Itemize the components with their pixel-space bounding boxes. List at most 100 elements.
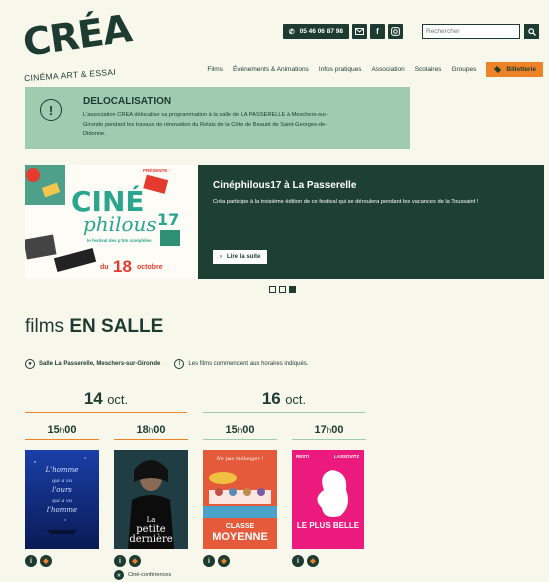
carousel-dot-2[interactable] xyxy=(279,286,286,293)
carousel-dots xyxy=(269,286,299,293)
slide-text: Créa participe à la troisième édition de… xyxy=(213,199,479,205)
event-tag: ★ Ciné-conférences xyxy=(114,570,171,580)
minute-value: 00 xyxy=(64,424,77,436)
poster-text: Ne pas mélanger ! xyxy=(216,455,264,462)
section-title-light: films xyxy=(25,316,65,337)
day-number: 14 xyxy=(83,389,103,408)
star-icon: ★ xyxy=(114,570,124,580)
ticket-icon[interactable]: ◆ xyxy=(40,555,52,567)
nav-groupes[interactable]: Groupes xyxy=(451,66,476,73)
search-button[interactable] xyxy=(524,24,539,39)
site-logo[interactable]: CRÉA CINÉMA ART & ESSAI xyxy=(20,6,134,83)
main-nav: Films Événements & Animations Infos prat… xyxy=(207,62,543,77)
poster-tagline: le festival des p'tits cinéphiles xyxy=(87,238,152,243)
poster-date-prefix: du xyxy=(100,264,109,271)
nav-films[interactable]: Films xyxy=(207,66,223,73)
poster-text: RESTI xyxy=(296,454,309,459)
instagram-button[interactable] xyxy=(388,24,403,39)
cinephilous-poster: PRÉSENTE : CINÉ philous 17 le festival d… xyxy=(25,165,198,279)
phone-button[interactable]: ✆ 05 46 06 87 98 xyxy=(282,24,349,39)
info-icon[interactable]: i xyxy=(114,555,126,567)
logo-subtitle: CINÉMA ART & ESSAI xyxy=(23,66,117,84)
poster-text: qui a vu xyxy=(52,478,72,484)
film-poster-4[interactable]: RESTI LASSOVITZ LE PLUS BELLE xyxy=(292,450,364,549)
poster-brand-bottom: philous xyxy=(83,212,157,236)
info-icon[interactable]: i xyxy=(203,555,215,567)
film-poster-1[interactable]: L'homme qui a vu l'ours qui a vu l'homme xyxy=(25,450,99,549)
poster-text: LE PLUS BELLE xyxy=(297,521,360,530)
hour-value: 18 xyxy=(136,424,149,436)
location-info: ● Salle La Passerelle, Meschers-sur-Giro… xyxy=(25,359,160,369)
location-text: Salle La Passerelle, Meschers-sur-Girond… xyxy=(39,361,161,367)
slide-image[interactable]: PRÉSENTE : CINÉ philous 17 le festival d… xyxy=(25,165,198,279)
section-title-bold: EN SALLE xyxy=(69,316,164,337)
logo-title: CRÉA xyxy=(20,6,134,65)
event-tag-label: Ciné-conférences xyxy=(128,572,172,578)
screening-hour-4[interactable]: 17h00 xyxy=(292,424,366,436)
top-bar: ✆ 05 46 06 87 98 f xyxy=(282,24,539,39)
read-more-label: Lire la suite xyxy=(227,254,261,260)
ticket-icon[interactable]: ◆ xyxy=(129,555,141,567)
info-icon[interactable]: i xyxy=(292,555,304,567)
hour-value: 17 xyxy=(314,424,327,436)
poster-text: La xyxy=(147,516,156,524)
day-header-2: 16 oct. xyxy=(203,389,365,409)
film-poster-3[interactable]: Ne pas mélanger ! CLASSE MOYENNE xyxy=(203,450,277,549)
ticket-icon[interactable]: ◆ xyxy=(218,555,230,567)
poster-brand-num: 17 xyxy=(157,210,179,229)
day-divider-1 xyxy=(25,412,187,413)
search-icon xyxy=(527,27,536,36)
hour-value: 15 xyxy=(225,424,238,436)
chevron-right-icon: › xyxy=(220,254,222,260)
day-divider-2 xyxy=(203,412,365,413)
phone-number: 05 46 06 87 98 xyxy=(299,28,343,35)
poster-text: l'ours xyxy=(52,486,72,494)
film-poster-2[interactable]: La petite dernière xyxy=(114,450,188,549)
ticket-icon xyxy=(494,66,502,73)
hour-divider-3 xyxy=(203,439,277,440)
screening-hour-1[interactable]: 15h00 xyxy=(25,424,99,436)
screening-hour-3[interactable]: 15h00 xyxy=(203,424,277,436)
carousel-dot-1[interactable] xyxy=(269,286,276,293)
screening-hour-2[interactable]: 18h00 xyxy=(114,424,188,436)
info-icon[interactable]: i xyxy=(25,555,37,567)
day-number: 16 xyxy=(261,389,281,408)
facebook-icon: f xyxy=(376,27,379,36)
location-pin-icon: ● xyxy=(25,359,35,369)
carousel-dot-3[interactable] xyxy=(289,286,296,293)
hour-divider-4 xyxy=(292,439,366,440)
schedule-note-text: Les films commencent aux horaires indiqu… xyxy=(188,361,309,367)
nav-scolaires[interactable]: Scolaires xyxy=(415,66,442,73)
instagram-icon xyxy=(391,27,400,36)
nav-evenements[interactable]: Événements & Animations xyxy=(233,66,309,73)
poster-text: l'homme xyxy=(47,506,77,514)
hour-value: 15 xyxy=(47,424,60,436)
alert-banner: ! DELOCALISATION L'association CREA délo… xyxy=(25,87,410,149)
search-input[interactable] xyxy=(422,24,520,39)
film-actions-2: i ◆ xyxy=(114,555,144,567)
mail-button[interactable] xyxy=(352,24,367,39)
ticket-icon[interactable]: ◆ xyxy=(307,555,319,567)
poster-text: LASSOVITZ xyxy=(334,454,360,459)
read-more-button[interactable]: › Lire la suite xyxy=(213,250,268,264)
info-row: ● Salle La Passerelle, Meschers-sur-Giro… xyxy=(25,359,308,369)
nav-association[interactable]: Association xyxy=(371,66,404,73)
section-title: films EN SALLE xyxy=(25,316,163,338)
poster-presente: PRÉSENTE : xyxy=(143,166,171,173)
billetterie-button[interactable]: Billetterie xyxy=(486,62,543,77)
minute-value: 00 xyxy=(153,424,166,436)
search-form xyxy=(422,24,539,39)
poster-text: CLASSE xyxy=(226,523,255,530)
facebook-button[interactable]: f xyxy=(370,24,385,39)
mail-icon xyxy=(355,28,364,35)
schedule-note: ! Les films commencent aux horaires indi… xyxy=(174,359,308,369)
day-month: oct. xyxy=(107,392,129,407)
film-actions-1: i ◆ xyxy=(25,555,55,567)
alert-text: L'association CREA délocalise sa program… xyxy=(83,112,329,137)
slide-title[interactable]: Cinéphilous17 à La Passerelle xyxy=(213,180,356,191)
poster-date-day: 18 xyxy=(113,257,132,276)
nav-infos[interactable]: Infos pratiques xyxy=(319,66,362,73)
alert-title: DELOCALISATION xyxy=(83,96,172,107)
minute-value: 00 xyxy=(242,424,255,436)
billetterie-label: Billetterie xyxy=(506,66,536,73)
